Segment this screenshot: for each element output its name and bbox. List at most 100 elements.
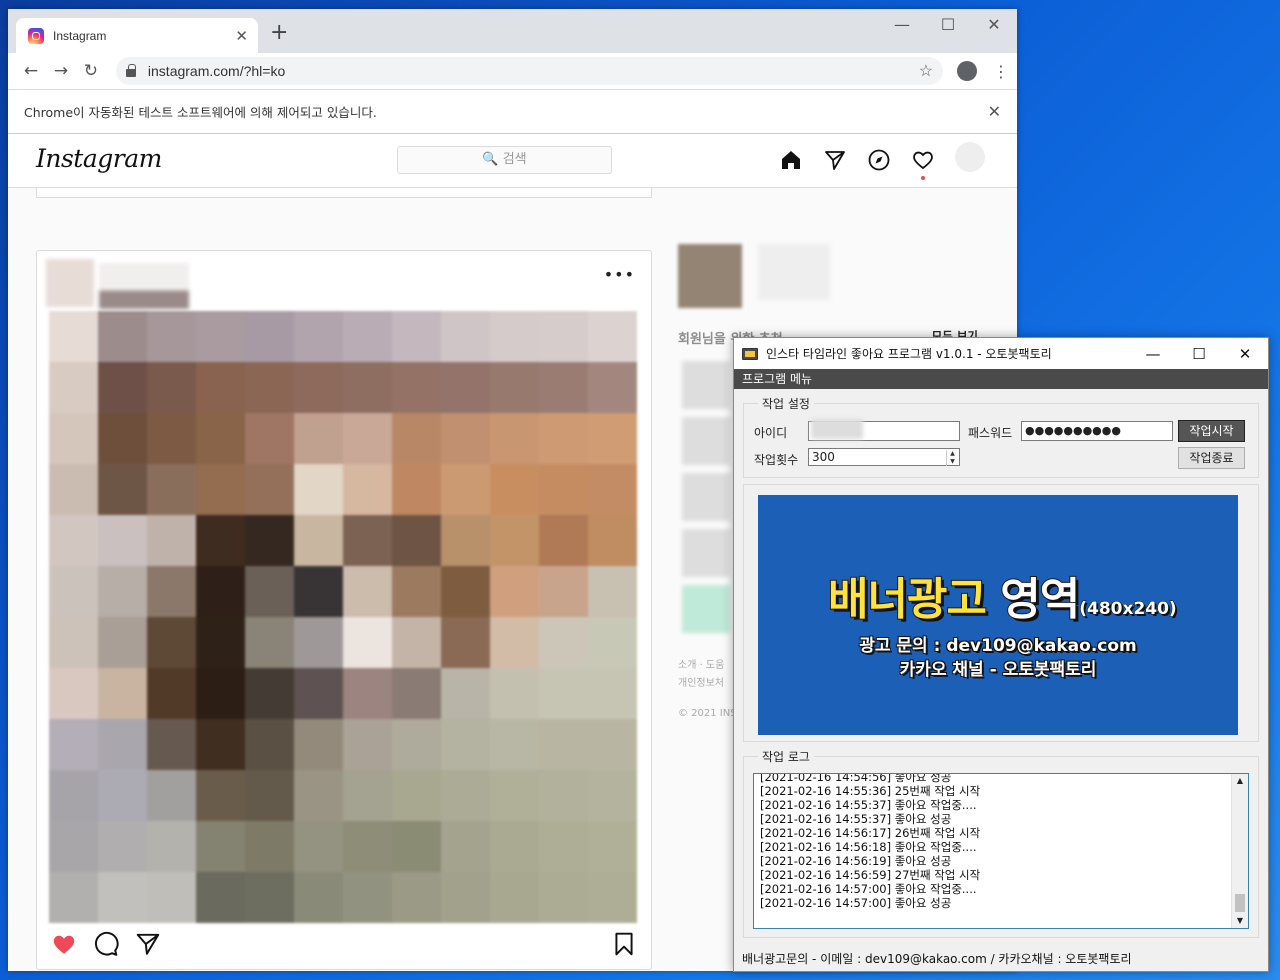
- mosaic-tile: [588, 464, 637, 515]
- post-author-name[interactable]: [99, 263, 189, 309]
- scroll-thumb[interactable]: [1235, 894, 1245, 912]
- mosaic-tile: [539, 566, 588, 617]
- close-window-button[interactable]: ✕: [971, 9, 1017, 39]
- profile-avatar[interactable]: [955, 142, 985, 172]
- infobar-message: Chrome이 자동화된 테스트 소프트웨어에 의해 제어되고 있습니다.: [24, 105, 377, 120]
- log-line: [2021-02-16 14:56:18] 좋아요 작업중....: [760, 840, 977, 854]
- mosaic-tile: [490, 770, 539, 821]
- new-tab-button[interactable]: +: [270, 22, 288, 44]
- mosaic-tile: [294, 668, 343, 719]
- mosaic-tile: [392, 821, 441, 872]
- mosaic-tile: [196, 668, 245, 719]
- mosaic-tile: [588, 617, 637, 668]
- mosaic-tile: [196, 311, 245, 362]
- home-icon[interactable]: [779, 148, 803, 172]
- start-button[interactable]: 작업시작: [1178, 420, 1245, 442]
- search-input[interactable]: 🔍 검색: [397, 146, 612, 174]
- stop-button[interactable]: 작업종료: [1178, 447, 1245, 469]
- log-line: [2021-02-16 14:55:37] 좋아요 작업중....: [760, 798, 977, 812]
- count-stepper[interactable]: 300 ▲ ▼: [808, 448, 960, 466]
- mosaic-tile: [343, 464, 392, 515]
- profile-avatar-icon[interactable]: [957, 61, 978, 81]
- mosaic-tile: [245, 515, 294, 566]
- banner-ad[interactable]: 배너광고 영역(480x240) 광고 문의 : dev109@kakao.co…: [758, 495, 1238, 735]
- scroll-down-icon[interactable]: ▼: [1232, 914, 1248, 928]
- tab-instagram[interactable]: Instagram ✕: [16, 18, 258, 53]
- mosaic-tile: [490, 362, 539, 413]
- mosaic-tile: [147, 719, 196, 770]
- mosaic-tile: [294, 311, 343, 362]
- mosaic-tile: [49, 464, 98, 515]
- maximize-button[interactable]: ☐: [925, 9, 971, 39]
- mosaic-tile: [441, 464, 490, 515]
- post-author-avatar[interactable]: [46, 259, 94, 307]
- mosaic-tile: [588, 566, 637, 617]
- program-menu[interactable]: 프로그램 메뉴: [734, 369, 1268, 389]
- sidebar-avatar[interactable]: [678, 244, 742, 308]
- activity-heart-icon[interactable]: [911, 148, 935, 172]
- bot-maximize-button[interactable]: ☐: [1176, 345, 1222, 363]
- mosaic-tile: [147, 770, 196, 821]
- forward-button[interactable]: →: [46, 61, 76, 81]
- log-line: [2021-02-16 14:56:19] 좋아요 성공: [760, 854, 952, 868]
- stepper-arrows-icon[interactable]: ▲ ▼: [946, 450, 958, 466]
- id-redacted: [811, 419, 863, 439]
- mosaic-tile: [343, 719, 392, 770]
- mosaic-tile: [392, 311, 441, 362]
- post-options-icon[interactable]: •••: [604, 265, 635, 284]
- bookmark-icon[interactable]: [611, 931, 637, 957]
- suggestion-item[interactable]: [682, 417, 730, 465]
- suggestion-item[interactable]: [682, 529, 730, 577]
- mosaic-tile: [343, 668, 392, 719]
- mosaic-tile: [588, 872, 637, 923]
- reload-button[interactable]: ↻: [76, 61, 106, 81]
- scroll-up-icon[interactable]: ▲: [1232, 774, 1248, 788]
- post-image[interactable]: [49, 311, 637, 923]
- log-scrollbar[interactable]: ▲ ▼: [1231, 774, 1248, 928]
- log-line: [2021-02-16 14:55:37] 좋아요 성공: [760, 812, 952, 826]
- direct-message-icon[interactable]: [823, 148, 847, 172]
- mosaic-tile: [196, 566, 245, 617]
- bot-minimize-button[interactable]: —: [1130, 345, 1176, 363]
- mosaic-tile: [49, 821, 98, 872]
- instagram-logo[interactable]: Instagram: [36, 144, 162, 173]
- back-button[interactable]: ←: [16, 61, 46, 81]
- feed-post: •••: [36, 250, 652, 970]
- suggestion-item[interactable]: [682, 473, 730, 521]
- mosaic-tile: [343, 770, 392, 821]
- mosaic-tile: [588, 311, 637, 362]
- mosaic-tile: [441, 413, 490, 464]
- address-bar[interactable]: instagram.com/?hl=ko ☆: [115, 57, 944, 85]
- suggestion-item[interactable]: [682, 585, 730, 633]
- mosaic-tile: [196, 821, 245, 872]
- suggestion-item[interactable]: [682, 361, 730, 409]
- mosaic-tile: [196, 464, 245, 515]
- mosaic-tile: [245, 668, 294, 719]
- explore-icon[interactable]: [867, 148, 891, 172]
- password-input[interactable]: ●●●●●●●●●●: [1021, 421, 1173, 441]
- password-label: 패스워드: [968, 426, 1013, 440]
- tab-title: Instagram: [53, 28, 107, 43]
- mosaic-tile: [49, 719, 98, 770]
- infobar-close-icon[interactable]: ✕: [988, 102, 1001, 121]
- log-line: [2021-02-16 14:57:00] 좋아요 작업중....: [760, 882, 977, 896]
- mosaic-tile: [294, 464, 343, 515]
- id-input[interactable]: [808, 419, 960, 441]
- mosaic-tile: [441, 566, 490, 617]
- mosaic-tile: [245, 464, 294, 515]
- banner-word-2: 영역: [999, 573, 1081, 626]
- like-heart-icon[interactable]: [51, 931, 77, 957]
- mosaic-tile: [441, 719, 490, 770]
- share-icon[interactable]: [135, 931, 161, 957]
- bot-close-button[interactable]: ✕: [1222, 345, 1268, 363]
- mosaic-tile: [147, 566, 196, 617]
- mosaic-tile: [343, 413, 392, 464]
- log-textarea[interactable]: [2021-02-16 14:54:56] 좋아요 성공 [2021-02-16 …: [753, 773, 1249, 929]
- browser-menu-button[interactable]: ⋮: [993, 62, 1009, 81]
- tab-close-icon[interactable]: ✕: [235, 27, 248, 45]
- mosaic-tile: [49, 515, 98, 566]
- sidebar-username[interactable]: [758, 244, 830, 300]
- bookmark-star-icon[interactable]: ☆: [919, 61, 933, 81]
- comment-icon[interactable]: [93, 931, 119, 957]
- minimize-button[interactable]: —: [879, 9, 925, 39]
